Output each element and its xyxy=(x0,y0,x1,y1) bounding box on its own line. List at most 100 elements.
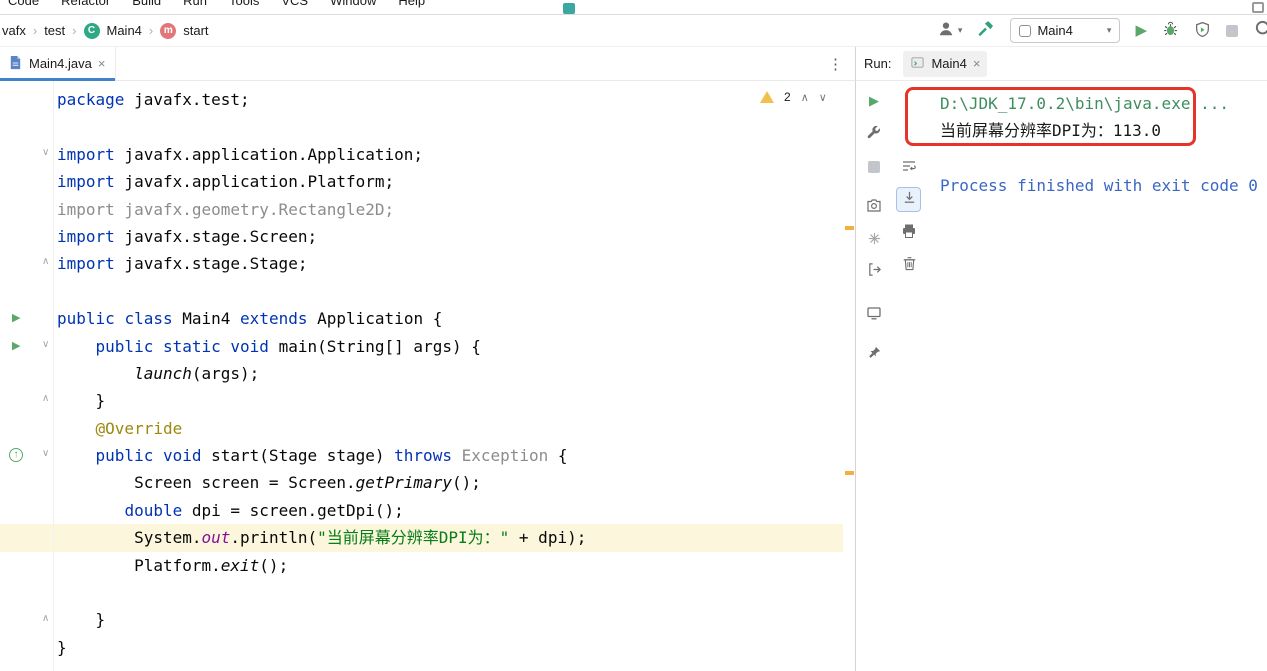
soft-wrap-button[interactable] xyxy=(901,159,917,175)
run-line-icon[interactable]: ▶ xyxy=(12,311,20,324)
menu-bar: Code Refactor Build Run Tools VCS Window… xyxy=(0,0,1267,15)
console-line: 当前屏幕分辨率DPI为：113.0 xyxy=(940,121,1162,141)
run-toolbar: ▶ xyxy=(855,81,891,671)
code-line[interactable] xyxy=(0,278,843,305)
code-line[interactable]: } xyxy=(0,634,843,661)
code-line[interactable]: import javafx.application.Application; xyxy=(0,141,843,168)
run-line-icon[interactable]: ▶ xyxy=(12,339,20,352)
gc-icon xyxy=(867,231,882,249)
run-tab-label: Main4 xyxy=(931,56,967,71)
fold-collapse-icon[interactable]: ∨ xyxy=(42,147,49,158)
menubar-window-icon xyxy=(1252,2,1264,13)
menu-item-run[interactable]: Run xyxy=(183,0,207,14)
fold-expand-icon[interactable]: ∧ xyxy=(42,256,49,267)
thread-dump-button[interactable] xyxy=(866,198,882,215)
restore-layout-button[interactable] xyxy=(866,306,882,322)
tab-main4-java[interactable]: Main4.java × xyxy=(0,46,117,81)
fold-collapse-icon[interactable]: ∨ xyxy=(42,339,49,350)
code-area: package javafx.test; import javafx.applic… xyxy=(0,86,843,661)
menu-items: Code Refactor Build Run Tools VCS Window… xyxy=(0,0,1267,14)
collect-gc-button[interactable] xyxy=(866,232,882,248)
run-config-select[interactable]: Main4 ▾ xyxy=(1010,18,1121,43)
next-warning-icon[interactable]: ∨ xyxy=(819,91,827,104)
scroll-to-end-button[interactable] xyxy=(901,191,917,207)
code-line[interactable]: public static void main(String[] args) { xyxy=(0,333,843,360)
print-button[interactable] xyxy=(901,224,917,240)
menu-item-refactor[interactable]: Refactor xyxy=(61,0,110,14)
menu-item-window[interactable]: Window xyxy=(330,0,376,14)
fold-expand-icon[interactable]: ∧ xyxy=(42,613,49,624)
code-line[interactable]: Screen screen = Screen.getPrimary(); xyxy=(0,469,843,496)
chevron-down-icon: ▾ xyxy=(957,25,963,35)
code-line[interactable]: import javafx.stage.Screen; xyxy=(0,223,843,250)
run-panel-title: Run: xyxy=(864,56,892,71)
warning-stripe-mark[interactable] xyxy=(845,226,854,230)
run-with-coverage-button[interactable] xyxy=(1194,21,1211,41)
code-line[interactable]: import javafx.application.Platform; xyxy=(0,168,843,195)
code-line[interactable]: double dpi = screen.getDpi(); xyxy=(0,497,843,524)
fold-collapse-icon[interactable]: ∨ xyxy=(42,448,49,459)
trash-icon xyxy=(902,256,917,274)
warning-icon[interactable] xyxy=(760,91,774,103)
code-line[interactable]: public void start(Stage stage) throws Ex… xyxy=(0,442,843,469)
chevron-down-icon: ▾ xyxy=(1106,25,1112,35)
tab-options-kebab-icon[interactable]: ⋮ xyxy=(828,55,855,73)
code-line[interactable]: launch(args); xyxy=(0,360,843,387)
code-line[interactable]: } xyxy=(0,387,843,414)
code-line[interactable]: import javafx.stage.Stage; xyxy=(0,250,843,277)
rerun-button[interactable]: ▶ xyxy=(866,92,882,108)
code-line[interactable] xyxy=(0,579,843,606)
close-icon[interactable]: × xyxy=(973,56,981,71)
code-line[interactable]: System.out.println("当前屏幕分辨率DPI为：" + dpi)… xyxy=(0,524,843,552)
code-line[interactable]: @Override xyxy=(0,415,843,442)
attach-console-button[interactable] xyxy=(866,263,882,279)
prev-warning-icon[interactable]: ∧ xyxy=(801,91,809,104)
menu-item-code[interactable]: Code xyxy=(8,0,39,14)
navigation-bar: vafx › test › C Main4 › m start ▾ Main4 … xyxy=(0,15,1267,47)
pin-tab-button[interactable] xyxy=(866,346,882,362)
menubar-plugin-icon xyxy=(563,3,575,14)
menu-item-help[interactable]: Help xyxy=(398,0,425,14)
stop-process-button[interactable] xyxy=(866,159,882,175)
breadcrumb-item-package[interactable]: test xyxy=(44,23,65,38)
fold-expand-icon[interactable]: ∧ xyxy=(42,393,49,404)
run-tab-main4[interactable]: Main4 × xyxy=(903,50,988,77)
build-project-button[interactable] xyxy=(977,20,995,41)
app-config-icon xyxy=(1019,24,1032,37)
shield-icon xyxy=(1194,21,1211,41)
tab-label: Main4.java xyxy=(29,56,92,71)
stop-button[interactable] xyxy=(1226,24,1238,37)
debug-button[interactable] xyxy=(1162,21,1179,41)
run-button[interactable]: ▶ xyxy=(1135,23,1147,38)
console-output[interactable]: D:\JDK_17.0.2\bin\java.exe ... 当前屏幕分辨率DPI… xyxy=(928,85,1267,671)
menu-item-tools[interactable]: Tools xyxy=(229,0,259,14)
code-line[interactable] xyxy=(0,113,843,140)
wrench-icon xyxy=(866,124,882,143)
warning-stripe-mark[interactable] xyxy=(845,471,854,475)
breadcrumb-item-class[interactable]: Main4 xyxy=(107,23,142,38)
breadcrumb: vafx › test › C Main4 › m start xyxy=(0,22,209,39)
modify-run-settings-button[interactable] xyxy=(866,125,882,141)
breadcrumb-separator-icon: › xyxy=(32,23,38,38)
code-line[interactable]: package javafx.test; xyxy=(0,86,843,113)
hammer-icon xyxy=(977,21,995,41)
breadcrumb-item-method[interactable]: start xyxy=(183,23,208,38)
close-icon[interactable]: × xyxy=(98,56,106,71)
attach-icon xyxy=(867,262,882,280)
bug-icon xyxy=(1162,21,1179,41)
editor[interactable]: package javafx.test; import javafx.applic… xyxy=(0,81,855,671)
breadcrumb-item-project[interactable]: vafx xyxy=(2,23,26,38)
search-everywhere-button[interactable] xyxy=(1253,18,1267,43)
code-line[interactable]: } xyxy=(0,606,843,633)
printer-icon xyxy=(901,223,917,242)
overrides-method-icon[interactable]: ↑ xyxy=(9,448,23,463)
code-line[interactable]: public class Main4 extends Application { xyxy=(0,305,843,332)
menu-item-build[interactable]: Build xyxy=(132,0,161,14)
code-line[interactable]: Platform.exit(); xyxy=(0,552,843,579)
menu-item-vcs[interactable]: VCS xyxy=(281,0,308,14)
run-config-label: Main4 xyxy=(1037,23,1073,38)
profile-button[interactable]: ▾ xyxy=(937,20,963,41)
clear-all-button[interactable] xyxy=(901,257,917,273)
code-line[interactable]: import javafx.geometry.Rectangle2D; xyxy=(0,196,843,223)
